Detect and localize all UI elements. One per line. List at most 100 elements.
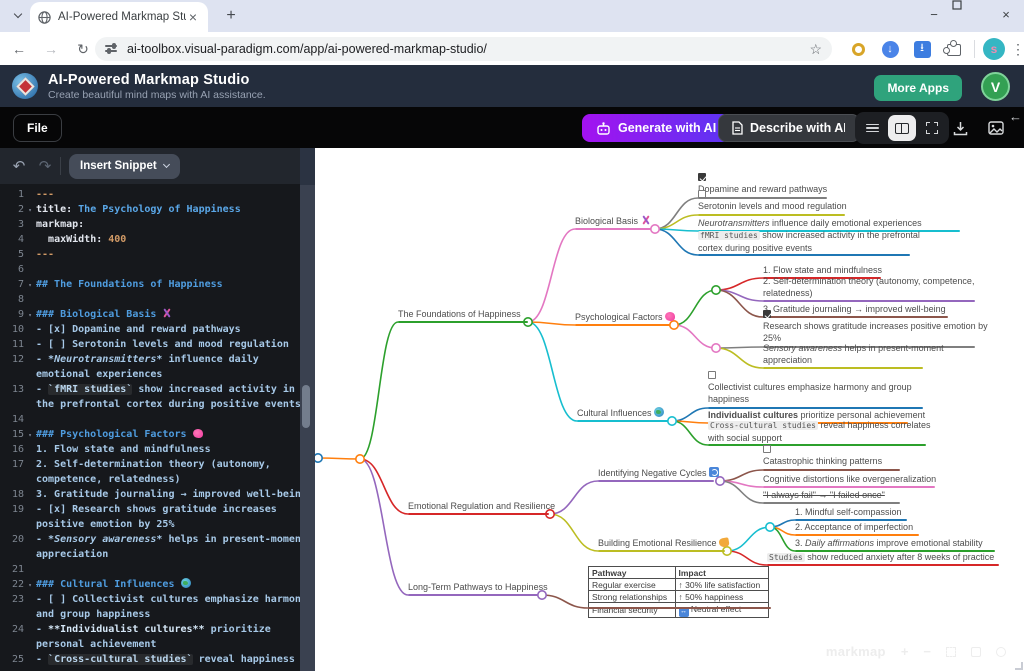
checkbox-unchecked-icon[interactable] <box>698 190 706 198</box>
node-circle-root-hub[interactable] <box>356 455 364 463</box>
editor-line[interactable]: 10- [x] Dopamine and reward pathways <box>0 322 300 337</box>
checkbox-unchecked-icon[interactable] <box>708 371 716 379</box>
extension-download-circle-icon[interactable]: ↓ <box>878 37 902 61</box>
download-button[interactable] <box>948 116 972 140</box>
editor-line[interactable]: emotional experiences <box>0 367 300 382</box>
editor-line[interactable]: 7▾## The Foundations of Happiness <box>0 277 300 292</box>
checkbox-checked-icon[interactable] <box>763 310 771 318</box>
fold-chevron-icon[interactable] <box>24 247 36 262</box>
fold-chevron-icon[interactable] <box>24 442 36 457</box>
map-node-identifying-negative-cycles[interactable]: Identifying Negative Cycles <box>598 467 719 479</box>
map-node-cross-cultural[interactable]: Cross-cultural studies reveal happiness … <box>708 419 931 444</box>
checkbox-checked-icon[interactable] <box>698 173 706 181</box>
back-icon[interactable]: ← <box>6 36 32 62</box>
fold-chevron-icon[interactable] <box>24 292 36 307</box>
recenter-icon[interactable] <box>971 647 981 657</box>
fold-chevron-icon[interactable] <box>24 232 36 247</box>
fullscreen-view-button[interactable] <box>918 115 946 141</box>
map-node-collectivist[interactable]: Collectivist cultures emphasize harmony … <box>708 371 912 405</box>
extensions-puzzle-icon[interactable] <box>942 37 966 61</box>
editor-line[interactable]: the prefrontal cortex during positive ev… <box>0 397 300 412</box>
map-node-neurotransmitters[interactable]: Neurotransmitters influence daily emotio… <box>698 217 922 229</box>
node-circle-pf-group-2[interactable] <box>712 344 720 352</box>
fold-chevron-icon[interactable] <box>24 652 36 667</box>
describe-with-ai-button[interactable]: Describe with AI <box>718 114 860 142</box>
map-node-psychological-factors[interactable]: Psychological Factors <box>575 311 675 323</box>
fold-chevron-icon[interactable] <box>24 187 36 202</box>
map-node-foundations[interactable]: The Foundations of Happiness <box>398 308 521 320</box>
map-node-building-resilience[interactable]: Building Emotional Resilience <box>598 537 729 549</box>
editor-line[interactable]: 13- `fMRI studies` show increased activi… <box>0 382 300 397</box>
more-apps-button[interactable]: More Apps <box>874 75 962 101</box>
editor-line[interactable]: 11- [ ] Serotonin levels and mood regula… <box>0 337 300 352</box>
map-node-serotonin[interactable]: Serotonin levels and mood regulation <box>698 190 847 212</box>
insert-snippet-button[interactable]: Insert Snippet <box>69 154 180 179</box>
editor-line[interactable]: 20- *Sensory awareness* helps in present… <box>0 532 300 547</box>
window-maximize-button[interactable] <box>952 0 988 30</box>
node-circle-pf-group-1[interactable] <box>712 286 720 294</box>
fold-chevron-icon[interactable] <box>24 352 36 367</box>
map-node-catastrophic-thinking[interactable]: Catastrophic thinking patterns <box>763 445 882 467</box>
map-node-cultural-influences[interactable]: Cultural Influences <box>577 407 664 419</box>
map-node-fmri-studies[interactable]: fMRI studies show increased activity in … <box>698 229 920 254</box>
node-circle-biological[interactable] <box>651 225 659 233</box>
map-node-cognitive-distortions[interactable]: Cognitive distortions like overgeneraliz… <box>763 473 936 485</box>
code-editor[interactable]: 1---2▾title: The Psychology of Happiness… <box>0 184 300 671</box>
browser-menu-icon[interactable]: ⋮ <box>1011 41 1024 58</box>
editor-line[interactable]: 5--- <box>0 247 300 262</box>
browser-tab[interactable]: AI-Powered Markmap Studio × <box>30 2 208 32</box>
fold-chevron-icon[interactable] <box>24 607 36 622</box>
browser-profile-avatar[interactable]: s <box>983 38 1005 60</box>
editor-line[interactable]: 3markmap: <box>0 217 300 232</box>
editor-line[interactable]: 21 <box>0 562 300 577</box>
forward-icon[interactable]: → <box>38 36 64 62</box>
editor-line[interactable]: positive emotion by 25% <box>0 517 300 532</box>
tab-close-icon[interactable]: × <box>186 9 200 25</box>
editor-line[interactable]: 2▾title: The Psychology of Happiness <box>0 202 300 217</box>
generate-with-ai-button[interactable]: Generate with AI <box>582 114 730 142</box>
map-node-sensory-awareness[interactable]: Sensory awareness helps in present-momen… <box>763 342 944 366</box>
collapse-arrow-icon[interactable]: ← <box>1009 109 1022 124</box>
zoom-out-icon[interactable]: − <box>923 644 931 659</box>
editor-line[interactable]: 161. Flow state and mindfulness <box>0 442 300 457</box>
map-node-always-fail[interactable]: "I always fail" → "I failed once" <box>763 489 885 501</box>
extension-ring-icon[interactable] <box>846 37 870 61</box>
map-node-daily-affirmations[interactable]: 3. Daily affirmations improve emotional … <box>795 537 983 549</box>
editor-scrollbar-thumb[interactable] <box>302 385 310 428</box>
editor-line[interactable]: 14 <box>0 412 300 427</box>
editor-line[interactable]: 172. Self-determination theory (autonomy… <box>0 457 300 472</box>
window-close-button[interactable]: × <box>988 0 1024 30</box>
fold-chevron-icon[interactable] <box>24 337 36 352</box>
fold-chevron-icon[interactable] <box>24 412 36 427</box>
pathways-impact-table[interactable]: PathwayImpactRegular exercise↑ 30% life … <box>588 566 769 618</box>
fold-chevron-icon[interactable] <box>24 622 36 637</box>
fold-chevron-icon[interactable] <box>24 592 36 607</box>
editor-line[interactable]: 4 maxWidth: 400 <box>0 232 300 247</box>
editor-line[interactable]: 25- `Cross-cultural studies` reveal happ… <box>0 652 300 667</box>
address-bar[interactable]: ai-toolbox.visual-paradigm.com/app/ai-po… <box>95 37 832 61</box>
fold-chevron-icon[interactable] <box>24 382 36 397</box>
fold-chevron-icon[interactable] <box>24 367 36 382</box>
map-node-studies-anxiety[interactable]: Studies show reduced anxiety after 8 wee… <box>767 551 994 564</box>
fold-chevron-icon[interactable] <box>24 502 36 517</box>
editor-line[interactable]: 9▾### Biological Basis <box>0 307 300 322</box>
editor-line[interactable]: personal achievement <box>0 637 300 652</box>
editor-line[interactable]: competence, relatedness) <box>0 472 300 487</box>
editor-line[interactable]: appreciation <box>0 547 300 562</box>
editor-line[interactable]: 8 <box>0 292 300 307</box>
editor-line[interactable]: 15▾### Psychological Factors <box>0 427 300 442</box>
fold-chevron-icon[interactable] <box>24 547 36 562</box>
split-view-button[interactable] <box>888 115 916 141</box>
zoom-in-icon[interactable]: + <box>901 644 909 659</box>
fold-chevron-icon[interactable]: ▾ <box>24 577 36 592</box>
fold-chevron-icon[interactable] <box>24 217 36 232</box>
fold-chevron-icon[interactable] <box>24 472 36 487</box>
editor-line[interactable]: 183. Gratitude journaling → improved wel… <box>0 487 300 502</box>
node-circle-ber-group[interactable] <box>766 523 774 531</box>
fold-chevron-icon[interactable] <box>24 457 36 472</box>
fold-chevron-icon[interactable]: ▾ <box>24 307 36 322</box>
fold-chevron-icon[interactable] <box>24 517 36 532</box>
editor-line[interactable]: 6 <box>0 262 300 277</box>
editor-only-view-button[interactable] <box>858 115 886 141</box>
redo-icon[interactable]: ↷ <box>32 157 58 175</box>
